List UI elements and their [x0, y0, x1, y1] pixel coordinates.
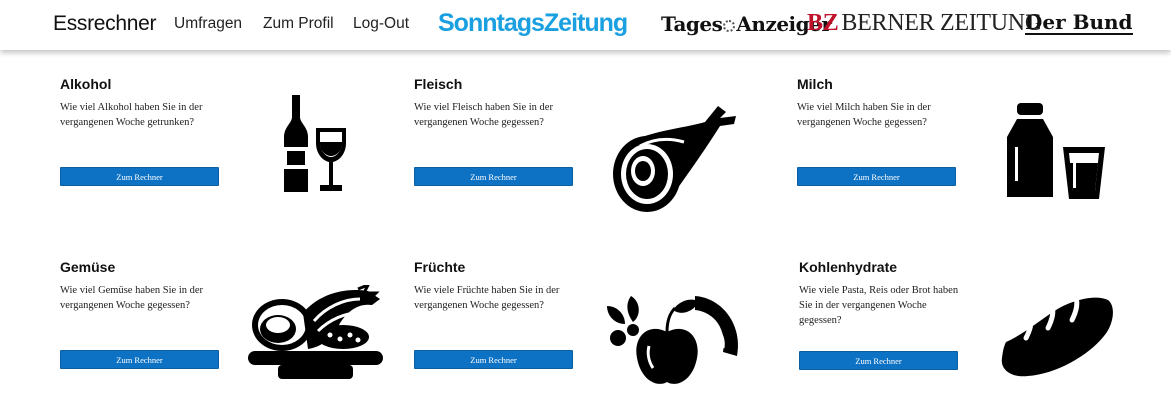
calculator-button-fleisch[interactable]: Zum Rechner — [414, 167, 573, 186]
tagesanzeiger-emblem-icon — [723, 20, 736, 32]
nav-profil[interactable]: Zum Profil — [263, 15, 334, 33]
card-text-kohlenhydrate: Wie viele Pasta, Reis oder Brot haben Si… — [799, 285, 959, 326]
card-title-fleisch: Fleisch — [414, 76, 463, 92]
der-bund-logo[interactable]: Der Bund — [1025, 11, 1133, 35]
bread-icon — [1001, 295, 1113, 377]
card-title-alkohol: Alkohol — [60, 76, 112, 92]
card-text-fruechte: Wie viele Früchte haben Sie in der verga… — [414, 285, 560, 311]
tagesanzeiger-logo-part1: Tages — [661, 12, 723, 36]
calculator-button-gemuese[interactable]: Zum Rechner — [60, 350, 219, 369]
card-text-fleisch: Wie viel Fleisch haben Sie in der vergan… — [414, 102, 553, 128]
calculator-button-fruechte[interactable]: Zum Rechner — [414, 350, 573, 369]
card-title-milch: Milch — [797, 76, 833, 92]
card-text-milch: Wie viel Milch haben Sie in der vergange… — [797, 102, 931, 128]
bz-text: BERNER ZEITUNG — [841, 10, 1042, 36]
calculator-button-kohlenhydrate[interactable]: Zum Rechner — [799, 351, 958, 370]
calculator-button-alkohol[interactable]: Zum Rechner — [60, 167, 219, 186]
nav-logout[interactable]: Log-Out — [353, 15, 409, 33]
tagesanzeiger-logo[interactable]: Tages Anzeiger — [661, 12, 832, 36]
vegetables-board-icon — [248, 285, 383, 379]
card-title-fruechte: Früchte — [414, 259, 466, 275]
fruits-icon — [607, 296, 739, 384]
nav-umfragen[interactable]: Umfragen — [174, 15, 242, 33]
card-text-gemuese: Wie viel Gemüse haben Sie in der vergang… — [60, 285, 204, 311]
brand-title[interactable]: Essrechner — [53, 12, 157, 36]
sonntagszeitung-logo[interactable]: SonntagsZeitung — [438, 9, 628, 38]
calculator-button-milch[interactable]: Zum Rechner — [797, 167, 956, 186]
card-title-gemuese: Gemüse — [60, 259, 116, 275]
berner-zeitung-logo[interactable]: BZ BERNER ZEITUNG — [807, 10, 1042, 37]
card-title-kohlenhydrate: Kohlenhydrate — [799, 259, 898, 275]
bz-mark: BZ — [807, 10, 839, 36]
bottle-glass-icon — [284, 95, 346, 192]
card-text-alkohol: Wie viel Alkohol haben Sie in der vergan… — [60, 102, 203, 128]
top-bar: Essrechner Umfragen Zum Profil Log-Out S… — [0, 0, 1171, 50]
milk-bottle-glass-icon — [1007, 103, 1105, 199]
ham-icon — [613, 106, 736, 212]
